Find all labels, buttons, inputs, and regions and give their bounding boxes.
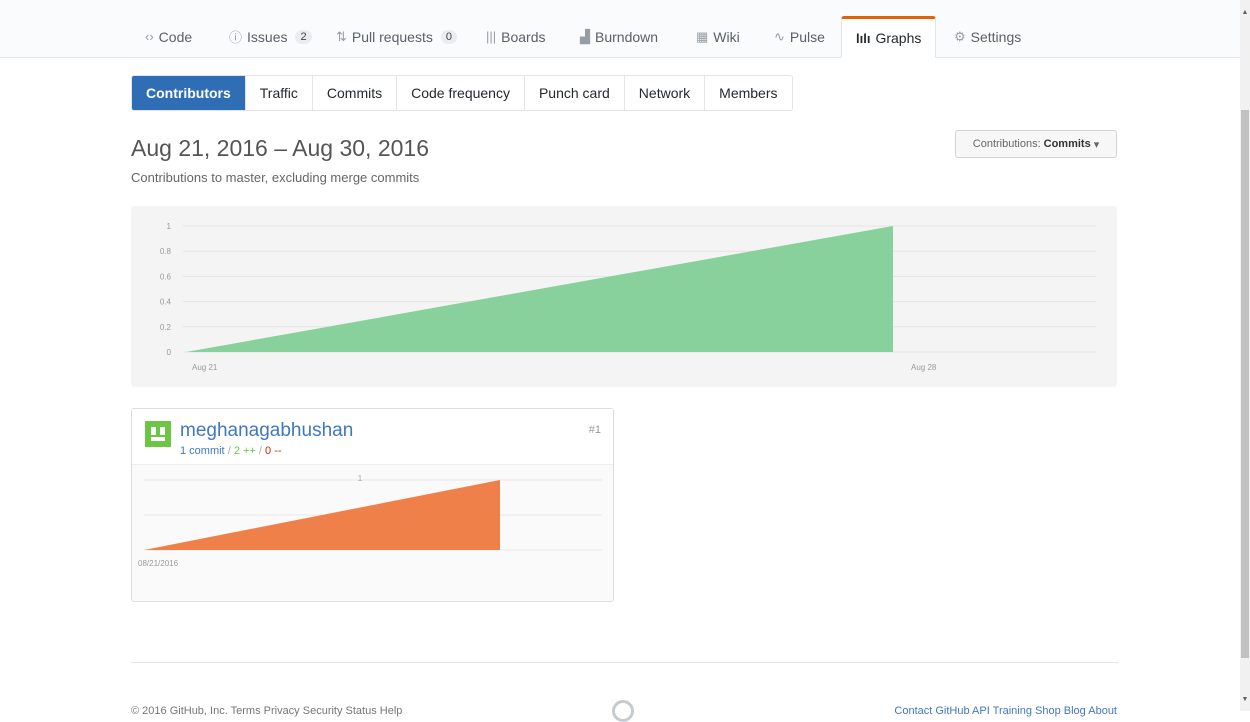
tab-code[interactable]: ‹› Code [131, 16, 206, 57]
tab-settings[interactable]: ⚙ Settings [940, 16, 1035, 57]
burndown-icon: ▟ [580, 28, 590, 44]
scroll-down-icon[interactable]: ▼ [1240, 695, 1250, 705]
scroll-up-icon[interactable]: ▲ [1240, 8, 1250, 18]
tab-label: Burndown [595, 28, 659, 45]
boards-icon: ||| [486, 29, 497, 44]
count-badge: 0 [440, 29, 457, 44]
subnav-members[interactable]: Members [705, 76, 791, 110]
tab-label: Code [158, 28, 193, 45]
pulse-icon: ∿ [774, 28, 785, 44]
y-tick-label: 0.8 [160, 247, 172, 256]
footer-links-right: Contact GitHub API Training Shop Blog Ab… [894, 705, 1117, 717]
tab-issues[interactable]: ⓘ Issues 2 [215, 16, 326, 57]
tab-label: Issues [247, 28, 288, 45]
gear-icon: ⚙ [954, 28, 966, 44]
graphs-subnav: Contributors Traffic Commits Code freque… [131, 75, 793, 111]
contributor-name[interactable]: meghanagabhushan [180, 420, 353, 442]
contributor-card: meghanagabhushan 1 commit / 2 ++ / 0 -- … [131, 408, 614, 602]
tab-boards[interactable]: ||| Boards [472, 16, 560, 57]
stats-separator: / [227, 445, 231, 457]
date-range-subtitle: Contributions to master, excluding merge… [131, 170, 420, 185]
subnav-code-frequency[interactable]: Code frequency [397, 76, 525, 110]
contributor-header: meghanagabhushan 1 commit / 2 ++ / 0 -- … [132, 409, 613, 465]
scrollbar-thumb[interactable] [1241, 110, 1249, 658]
commit-count-link[interactable]: 1 commit [180, 445, 225, 457]
y-tick-label: 0.2 [160, 323, 172, 332]
contributor-chart-svg: 1 08/21/2016 [138, 474, 602, 568]
code-icon: ‹› [145, 29, 154, 44]
tab-label: Boards [501, 28, 546, 45]
tab-pull-requests[interactable]: ⇅ Pull requests 0 [322, 16, 471, 57]
repo-nav: ‹› Code ⓘ Issues 2 ⇅ Pull requests 0 |||… [0, 0, 1240, 58]
y-tick-label: 0.4 [160, 298, 172, 307]
pull-request-icon: ⇅ [336, 28, 347, 44]
x-tick-label: Aug 21 [192, 363, 218, 372]
subnav-contributors[interactable]: Contributors [132, 76, 246, 110]
count-badge: 2 [295, 29, 312, 44]
tab-pulse[interactable]: ∿ Pulse [760, 16, 839, 57]
y-tick-label: 1 [358, 474, 363, 483]
contributions-chart-svg: 0 0.2 0.4 0.6 0.8 1 Aug 21 Aug 28 [160, 222, 1096, 372]
contributor-stats: 1 commit / 2 ++ / 0 -- [180, 445, 282, 457]
subnav-punch-card[interactable]: Punch card [525, 76, 625, 110]
tab-label: Pull requests [351, 28, 433, 45]
tab-label: Pulse [789, 28, 825, 45]
tab-label: Wiki [713, 28, 740, 45]
additions-count: 2 ++ [233, 445, 256, 457]
graph-icon: lılı [856, 30, 871, 46]
tab-label: Graphs [875, 30, 922, 46]
tab-wiki[interactable]: ▦ Wiki [682, 16, 754, 57]
x-tick-label: Aug 28 [911, 363, 937, 372]
button-prefix: Contributions: [972, 138, 1041, 150]
footer-divider [131, 662, 1118, 663]
date-range-title: Aug 21, 2016 – Aug 30, 2016 [131, 135, 429, 161]
contributions-type-button[interactable]: Contributions: Commits ▾ [955, 130, 1117, 158]
tab-label: Settings [970, 28, 1022, 45]
wiki-icon: ▦ [696, 28, 709, 44]
contributions-chart: 0 0.2 0.4 0.6 0.8 1 Aug 21 Aug 28 [131, 206, 1117, 387]
tab-graphs[interactable]: lılı Graphs [841, 16, 937, 58]
caret-down-icon: ▾ [1093, 138, 1100, 151]
button-value: Commits [1043, 138, 1091, 150]
y-tick-label: 0.6 [160, 272, 172, 281]
deletions-count: 0 -- [265, 445, 282, 457]
subnav-commits[interactable]: Commits [313, 76, 398, 110]
contributions-area [186, 226, 893, 352]
subnav-network[interactable]: Network [625, 76, 706, 110]
avatar[interactable] [145, 421, 171, 447]
y-tick-label: 0 [167, 348, 172, 357]
y-tick-label: 1 [167, 222, 172, 231]
x-tick-label: 08/21/2016 [138, 559, 179, 568]
issue-icon: ⓘ [229, 30, 243, 45]
contributor-rank: #1 [588, 424, 601, 436]
tab-burndown[interactable]: ▟ Burndown [566, 16, 672, 57]
stats-separator: / [258, 445, 262, 457]
footer-links-left: © 2016 GitHub, Inc. Terms Privacy Securi… [131, 705, 403, 717]
subnav-traffic[interactable]: Traffic [246, 76, 313, 110]
github-mark-icon[interactable] [612, 700, 634, 722]
